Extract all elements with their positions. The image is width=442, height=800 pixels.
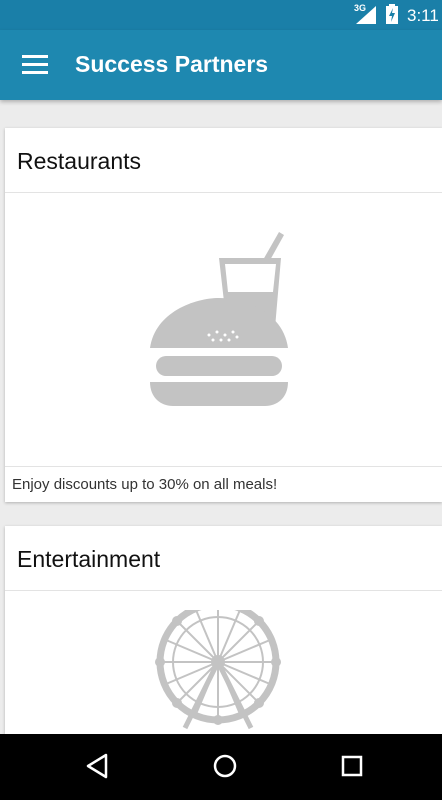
ferris-wheel-icon [155,610,281,730]
card-caption-text: Enjoy discounts up to 30% on all meals! [12,476,278,493]
burger-drink-icon [150,232,288,406]
back-icon[interactable] [84,752,110,780]
recent-apps-icon[interactable] [340,752,364,780]
card-restaurants[interactable]: Restaurants Enjoy discounts up to 30% on… [5,128,442,502]
page-title: Success Partners [75,51,269,77]
battery-charging-icon [386,4,398,24]
card-title: Restaurants [17,148,142,174]
menu-icon[interactable] [22,55,48,75]
system-nav-bar [0,734,442,800]
card-entertainment[interactable]: Entertainment [5,526,442,734]
app-bar: Success Partners [0,30,442,100]
clock: 3:11 [407,6,439,25]
card-caption: Enjoy discounts up to 30% on all meals! [5,466,442,503]
signal-icon [356,6,376,24]
status-bar: 3G 3:11 [0,0,442,30]
home-icon[interactable] [211,752,239,780]
card-title: Entertainment [17,546,161,572]
